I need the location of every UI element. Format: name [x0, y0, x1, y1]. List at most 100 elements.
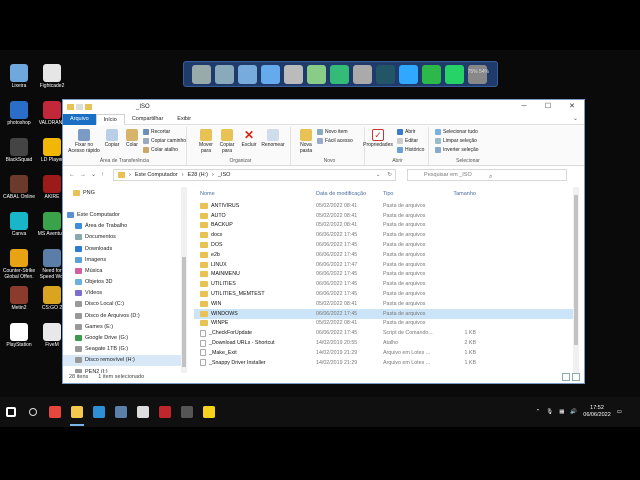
copy-button[interactable]: Copiar	[101, 129, 123, 148]
clock[interactable]: 17:52 06/06/2022	[583, 405, 611, 419]
file-row[interactable]: _Snappy Driver Installer 14/02/2019 21:29…	[194, 358, 579, 368]
clear-selection-button[interactable]: Limpar seleção	[435, 138, 477, 144]
network-icon[interactable]: ▦	[559, 409, 564, 415]
column-date[interactable]: Data de modificação	[316, 191, 383, 197]
file-row[interactable]: WINDOWS 06/06/2022 17:45 Pasta de arquivos	[194, 308, 579, 319]
desktop-icon[interactable]: BlackSquad	[2, 138, 36, 163]
invert-selection-button[interactable]: Inverter seleção	[435, 147, 479, 153]
photoshop-icon[interactable]	[399, 64, 418, 84]
desktop-icon[interactable]: Fightcade2	[35, 64, 69, 89]
rename-button[interactable]: Renomear	[260, 129, 286, 148]
file-row[interactable]: AUTO 05/02/2022 08:41 Pasta de arquivos	[194, 211, 579, 221]
easy-access-button[interactable]: Fácil acesso	[317, 138, 353, 144]
desktop-icon[interactable]: Lixeira	[2, 64, 36, 89]
taskbar-chrome-button[interactable]	[44, 397, 66, 427]
copy-to-button[interactable]: Copiar para	[218, 129, 236, 154]
taskbar-recorder-button[interactable]	[154, 397, 176, 427]
column-size[interactable]: Tamanho	[440, 191, 476, 197]
forward-arrow-icon[interactable]: →	[80, 172, 86, 178]
taskbar-file-explorer-button[interactable]	[66, 397, 88, 427]
pin-quick-access-button[interactable]: Fixar no Acesso rápido	[67, 129, 101, 154]
refresh-icon[interactable]: ↻	[387, 172, 392, 178]
file-row[interactable]: UTILITIES_MEMTEST 06/06/2022 17:45 Pasta d…	[194, 289, 579, 299]
nav-item[interactable]: Música	[63, 265, 187, 276]
nav-item[interactable]: Este Computador	[63, 209, 187, 220]
tools-icon[interactable]	[284, 64, 303, 84]
volume-icon[interactable]: 🔊	[570, 409, 577, 415]
file-row[interactable]: docs 06/06/2022 17:45 Pasta de arquivos	[194, 230, 579, 240]
nav-item[interactable]: Objetos 3D	[63, 277, 187, 288]
breadcrumb-folder[interactable]: _ISO	[218, 172, 231, 178]
file-row[interactable]: MAINMENU 06/06/2022 17:45 Pasta de arquivo…	[194, 270, 579, 280]
tab-2[interactable]: Compartilhar	[125, 114, 170, 125]
pen-icon[interactable]	[422, 64, 441, 84]
nav-scrollbar[interactable]	[181, 187, 187, 373]
new-folder-button[interactable]: Nova pasta	[297, 129, 315, 154]
new-item-button[interactable]: Novo item	[317, 129, 348, 135]
taskbar-steam-button[interactable]	[110, 397, 132, 427]
move-to-button[interactable]: Mover para	[197, 129, 215, 154]
microphone-icon[interactable]: 🎙	[546, 409, 553, 415]
nav-item[interactable]: Vídeos	[63, 288, 187, 299]
whatsapp-icon[interactable]	[445, 64, 464, 84]
tab-1[interactable]: Início	[95, 113, 125, 125]
taskbar-edge-button[interactable]	[88, 397, 110, 427]
printer-icon[interactable]	[307, 64, 326, 84]
taskbar-windows-start-button[interactable]	[0, 397, 22, 427]
file-row[interactable]: WIN 05/02/2022 08:41 Pasta de arquivos	[194, 299, 579, 309]
nav-item[interactable]: Downloads	[63, 243, 187, 254]
taskbar-capture-button[interactable]	[132, 397, 154, 427]
recent-chevron-icon[interactable]: ⌄	[91, 171, 96, 178]
desktop-icon[interactable]: Metin2	[2, 286, 36, 311]
breadcrumb-this-pc[interactable]: Este Computador	[135, 172, 178, 178]
file-row[interactable]: _Download URLs - Shortcut 14/02/2019 20:5…	[194, 338, 579, 348]
large-icons-view-button[interactable]	[572, 373, 580, 381]
file-row[interactable]: _CheckForUpdate 06/06/2022 17:45 Script de…	[194, 328, 579, 338]
select-all-button[interactable]: Selecionar tudo	[435, 129, 478, 135]
up-arrow-icon[interactable]: ↑	[101, 172, 104, 178]
address-dropdown-icon[interactable]: ⌄	[376, 172, 381, 178]
close-button[interactable]: ✕	[560, 100, 584, 114]
history-button[interactable]: Histórico	[397, 147, 424, 153]
settings-icon[interactable]	[353, 64, 372, 84]
back-arrow-icon[interactable]: ←	[69, 172, 75, 178]
nav-item[interactable]: Games (E:)	[63, 321, 187, 332]
folder-icon[interactable]	[215, 64, 234, 84]
file-row[interactable]: e2b 06/06/2022 17:45 Pasta de arquivos	[194, 250, 579, 260]
nav-item[interactable]: PNG	[63, 187, 187, 198]
file-row[interactable]: WINPE 05/02/2022 08:41 Pasta de arquivos	[194, 319, 579, 329]
nav-item[interactable]: Disco Local (C:)	[63, 299, 187, 310]
column-name[interactable]: Nome	[194, 191, 316, 197]
desktop-icon[interactable]: Canva	[2, 212, 36, 237]
tab-3[interactable]: Exibir	[170, 114, 198, 125]
desktop-icon[interactable]: photoshop	[2, 101, 36, 126]
column-type[interactable]: Tipo	[383, 191, 440, 197]
file-row[interactable]: _Make_Exit 14/02/2019 21:29 Arquivo em Lot…	[194, 348, 579, 358]
minimize-button[interactable]: ─	[512, 100, 536, 114]
nav-item[interactable]: Disco de Arquivos (D:)	[63, 310, 187, 321]
nav-item[interactable]: Área de Trabalho	[63, 221, 187, 232]
quick-access-toolbar[interactable]	[67, 104, 92, 110]
desktop-icon[interactable]: Counter-Strike Global Offen.	[2, 249, 36, 280]
cut-button[interactable]: Recortar	[143, 129, 170, 135]
paste-shortcut-button[interactable]: Colar atalho	[143, 147, 178, 153]
copy-path-button[interactable]: Copiar caminho	[143, 138, 186, 144]
nav-item[interactable]: Disco removível (H:)	[63, 354, 187, 366]
file-row[interactable]: BACKUP 05/02/2022 08:41 Pasta de arquivos	[194, 221, 579, 231]
computer-icon[interactable]	[192, 64, 211, 84]
taskbar-thunder-button[interactable]	[198, 397, 220, 427]
breadcrumb-drive[interactable]: E28 (H:)	[188, 172, 208, 178]
taskbar-obs-button[interactable]	[176, 397, 198, 427]
tray-chevron-icon[interactable]: ⌃	[536, 409, 541, 415]
desktop-icon[interactable]: PlayStation	[2, 323, 36, 348]
app-r-icon[interactable]	[376, 64, 395, 84]
nav-item[interactable]: Seagate 1TB (G:)	[63, 344, 187, 355]
search-input[interactable]: Pesquisar em _ISO	[407, 168, 568, 181]
paste-button[interactable]: Colar	[123, 129, 141, 148]
address-bar[interactable]: › Este Computador › E28 (H:) › _ISO ⌄ ↻	[113, 168, 397, 181]
folder-icon[interactable]	[261, 64, 280, 84]
file-row[interactable]: UTILITIES 06/06/2022 17:45 Pasta de arquiv…	[194, 279, 579, 289]
properties-button[interactable]: ✓ Propriedades	[361, 129, 395, 148]
folder-icon[interactable]	[238, 64, 257, 84]
delete-button[interactable]: ✕ Excluir	[240, 129, 258, 148]
